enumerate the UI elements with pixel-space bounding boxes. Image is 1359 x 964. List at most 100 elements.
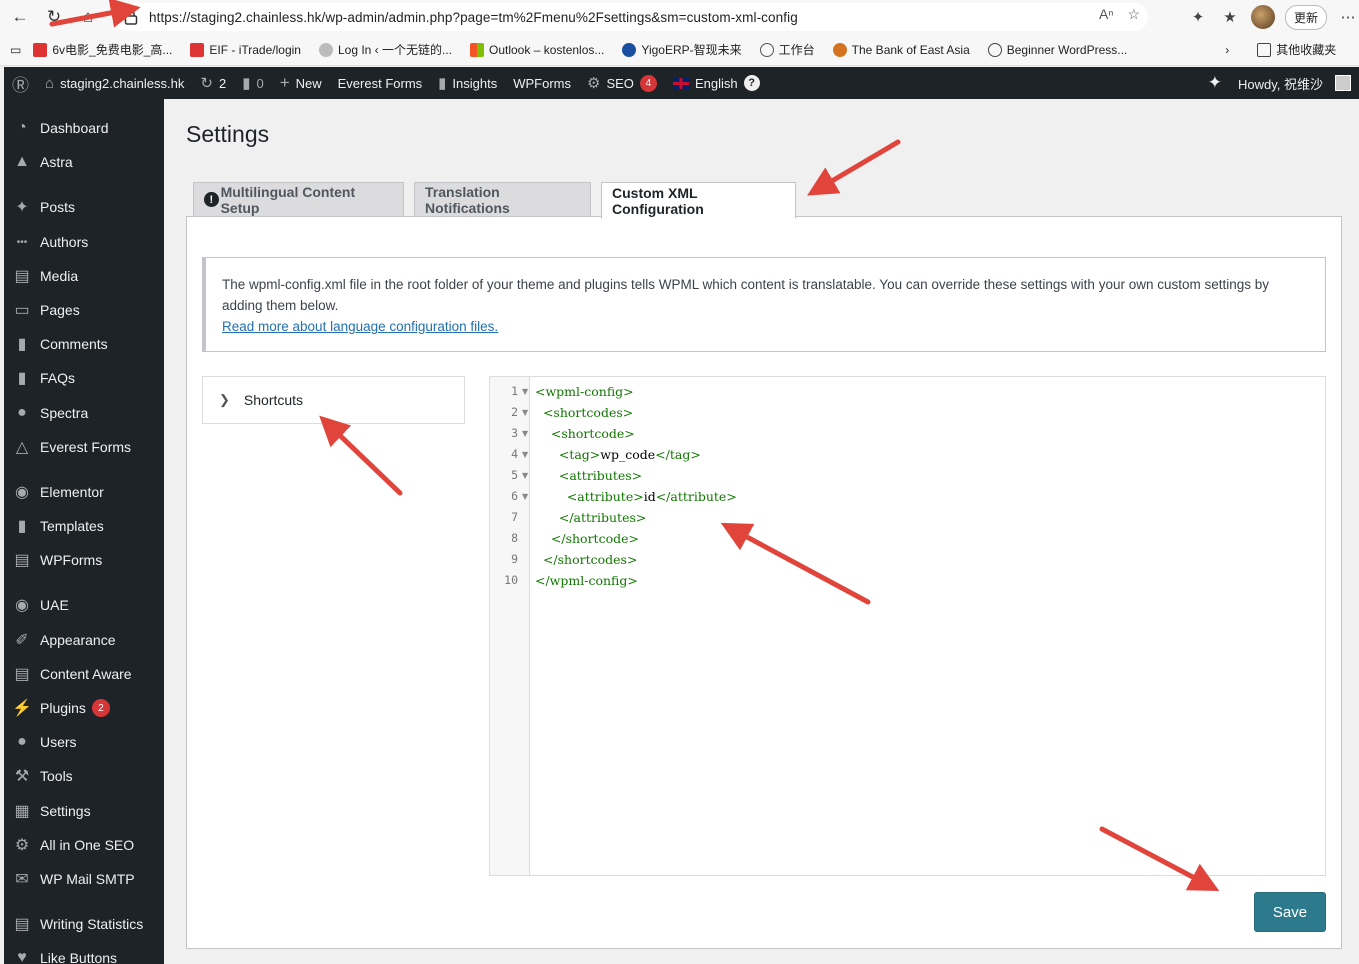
code-line[interactable]: 6 ▼ <attribute>id</attribute> <box>490 486 1320 507</box>
other-bookmarks[interactable]: 其他收藏夹 <box>1257 41 1336 58</box>
address-bar[interactable]: https://staging2.chainless.hk/wp-admin/a… <box>112 3 1148 31</box>
fold-arrow-icon[interactable]: ▼ <box>522 381 528 402</box>
bookmark-item[interactable]: EIF - iTrade/login <box>190 42 301 57</box>
fold-arrow-icon[interactable]: ▼ <box>522 486 528 507</box>
bookmark-item[interactable]: Beginner WordPress... <box>987 42 1127 57</box>
eif-icon <box>190 42 205 57</box>
sidebar-item-uae[interactable]: ◉ UAE <box>4 588 164 622</box>
sidebar-item-elementor[interactable]: ◉ Elementor <box>4 475 164 509</box>
code-line[interactable]: 10 </wpml-config> <box>490 570 1320 591</box>
fold-arrow-icon[interactable]: ▼ <box>522 402 528 423</box>
sidebar-item-authors[interactable]: ••• Authors <box>4 225 164 259</box>
seo-gear-icon: ⚙ <box>587 75 601 92</box>
code-line[interactable]: 5 ▼ <attributes> <box>490 465 1320 486</box>
seo-link[interactable]: ⚙ SEO 4 <box>579 67 665 99</box>
sidebar-item-everest-forms[interactable]: △ Everest Forms <box>4 430 164 464</box>
tab-custom-xml-configuration[interactable]: Custom XML Configuration <box>601 182 796 219</box>
uk-flag-icon <box>672 77 689 89</box>
new-content-link[interactable]: + New <box>272 67 330 99</box>
plug-icon: ⚡ <box>12 700 32 717</box>
tab-translation-notifications[interactable]: Translation Notifications <box>414 182 591 217</box>
xml-code-editor[interactable]: 1 ▼ <wpml-config> 2 ▼ <shortcodes> 3 ▼ <shortc… <box>489 376 1326 876</box>
sidebar-item-posts[interactable]: ✦ Posts <box>4 190 164 224</box>
sidebar-item-faqs[interactable]: ▮ FAQs <box>4 361 164 395</box>
sidebar-item-plugins[interactable]: ⚡ Plugins 2 <box>4 691 164 725</box>
code-line[interactable]: 8 </shortcode> <box>490 528 1320 549</box>
fold-arrow-icon[interactable]: ▼ <box>522 465 528 486</box>
bookmark-item[interactable]: YigoERP-智现未来 <box>622 41 742 58</box>
plus-icon: + <box>279 73 290 92</box>
site-name-link[interactable]: ⌂ staging2.chainless.hk <box>37 67 192 99</box>
bookmark-item[interactable]: The Bank of East Asia <box>832 42 970 57</box>
sidebar-item-writing-statistics[interactable]: ▤ Writing Statistics <box>4 907 164 941</box>
shortcuts-accordion[interactable]: ❯ Shortcuts <box>202 376 465 424</box>
sidebar-item-users[interactable]: ● Users <box>4 725 164 759</box>
code-line[interactable]: 2 ▼ <shortcodes> <box>490 402 1320 423</box>
update-button[interactable]: 更新 <box>1284 4 1327 30</box>
favorites-icon[interactable]: ★ <box>1219 8 1241 26</box>
sidebar-item-label: Elementor <box>40 484 104 500</box>
code-line[interactable]: 9 </shortcodes> <box>490 549 1320 570</box>
sidebar-item-appearance[interactable]: ✐ Appearance <box>4 623 164 657</box>
code-line[interactable]: 7 </attributes> <box>490 507 1320 528</box>
favorite-star-icon[interactable]: ☆ <box>1127 6 1140 23</box>
updates-link[interactable]: ↻ 2 <box>192 67 234 99</box>
sidebar-item-spectra[interactable]: ● Spectra <box>4 396 164 430</box>
language-switcher[interactable]: English? <box>665 67 768 99</box>
reading-list-icon[interactable]: ▭ <box>10 43 21 57</box>
refresh-icon[interactable]: ↻ <box>40 3 68 31</box>
sidebar-item-wp-mail-smtp[interactable]: ✉ WP Mail SMTP <box>4 862 164 896</box>
fold-arrow-icon[interactable]: ▼ <box>522 444 528 465</box>
my-account-link[interactable]: Howdy, 祝维沙 <box>1230 67 1359 99</box>
sidebar-item-pages[interactable]: ▭ Pages <box>4 293 164 327</box>
code-text: </wpml-config> <box>535 570 638 591</box>
sidebar-item-templates[interactable]: ▮ Templates <box>4 509 164 543</box>
fold-arrow-icon[interactable]: ▼ <box>522 423 528 444</box>
comments-link[interactable]: ▮ 0 <box>234 67 272 99</box>
sidebar-item-label: All in One SEO <box>40 837 135 853</box>
extensions-icon[interactable]: ✦ <box>1187 8 1209 26</box>
profile-avatar[interactable] <box>1250 5 1275 29</box>
wpforms-link[interactable]: WPForms <box>505 67 579 99</box>
sidebar-item-settings[interactable]: ▦ Settings <box>4 794 164 828</box>
code-line[interactable]: 3 ▼ <shortcode> <box>490 423 1320 444</box>
code-text: </shortcodes> <box>535 549 638 570</box>
xml-tag: <attributes> <box>558 468 643 483</box>
language-config-link[interactable]: Read more about language configuration f… <box>222 319 498 334</box>
wpforms-icon: ▤ <box>14 552 30 569</box>
pages-icon: ▭ <box>14 302 30 319</box>
bookmark-item[interactable]: Log In ‹ 一个无链的... <box>318 41 452 58</box>
sidebar-item-content-aware[interactable]: ▤ Content Aware <box>4 657 164 691</box>
sidebar-item-media[interactable]: ▤ Media <box>4 259 164 293</box>
bookmark-item[interactable]: 6v电影_免费电影_高... <box>33 41 172 58</box>
plugins-update-badge: 2 <box>91 699 110 717</box>
save-button[interactable]: Save <box>1254 892 1326 932</box>
chevron-right-icon[interactable]: › <box>1225 43 1229 57</box>
brush-icon: ✐ <box>15 632 29 649</box>
code-line[interactable]: 4 ▼ <tag>wp_code</tag> <box>490 444 1320 465</box>
sidebar-item-tools[interactable]: ⚒ Tools <box>4 759 164 793</box>
read-aloud-icon[interactable]: Aⁿ <box>1099 6 1113 23</box>
sidebar-item-label: Pages <box>40 302 80 318</box>
sidebar-item-all-in-one-seo[interactable]: ⚙ All in One SEO <box>4 828 164 862</box>
sidebar-item-comments[interactable]: ▮ Comments <box>4 327 164 361</box>
code-line[interactable]: 1 ▼ <wpml-config> <box>490 381 1320 402</box>
insights-link[interactable]: ▮ Insights <box>430 67 505 99</box>
back-icon[interactable]: ← <box>6 3 34 31</box>
sidebar-item-like-buttons[interactable]: ♥ Like Buttons <box>4 941 164 964</box>
everest-forms-link[interactable]: Everest Forms <box>330 67 431 99</box>
more-menu-icon[interactable]: ⋯ <box>1337 8 1359 26</box>
bookmark-item[interactable]: 工作台 <box>759 41 815 58</box>
xml-close-tag: </tag> <box>655 447 701 462</box>
sidebar-item-dashboard[interactable]: ◔ Dashboard <box>4 111 164 145</box>
sidebar-item-wpforms[interactable]: ▤ WPForms <box>4 543 164 577</box>
line-number: 4 <box>511 447 518 461</box>
bookmark-item[interactable]: Outlook – kostenlos... <box>470 42 604 57</box>
lock-icon[interactable] <box>124 9 138 25</box>
sidebar-item-astra[interactable]: ▲ Astra <box>4 145 164 179</box>
ai-sparkle-button[interactable]: ✦ <box>1200 67 1230 99</box>
home-icon[interactable]: ⌂ <box>74 3 102 31</box>
wp-logo[interactable]: Ⓡ <box>4 67 37 99</box>
tab-multilingual-content-setup[interactable]: ! Multilingual Content Setup <box>193 182 404 217</box>
sidebar-item-label: Authors <box>40 234 89 250</box>
